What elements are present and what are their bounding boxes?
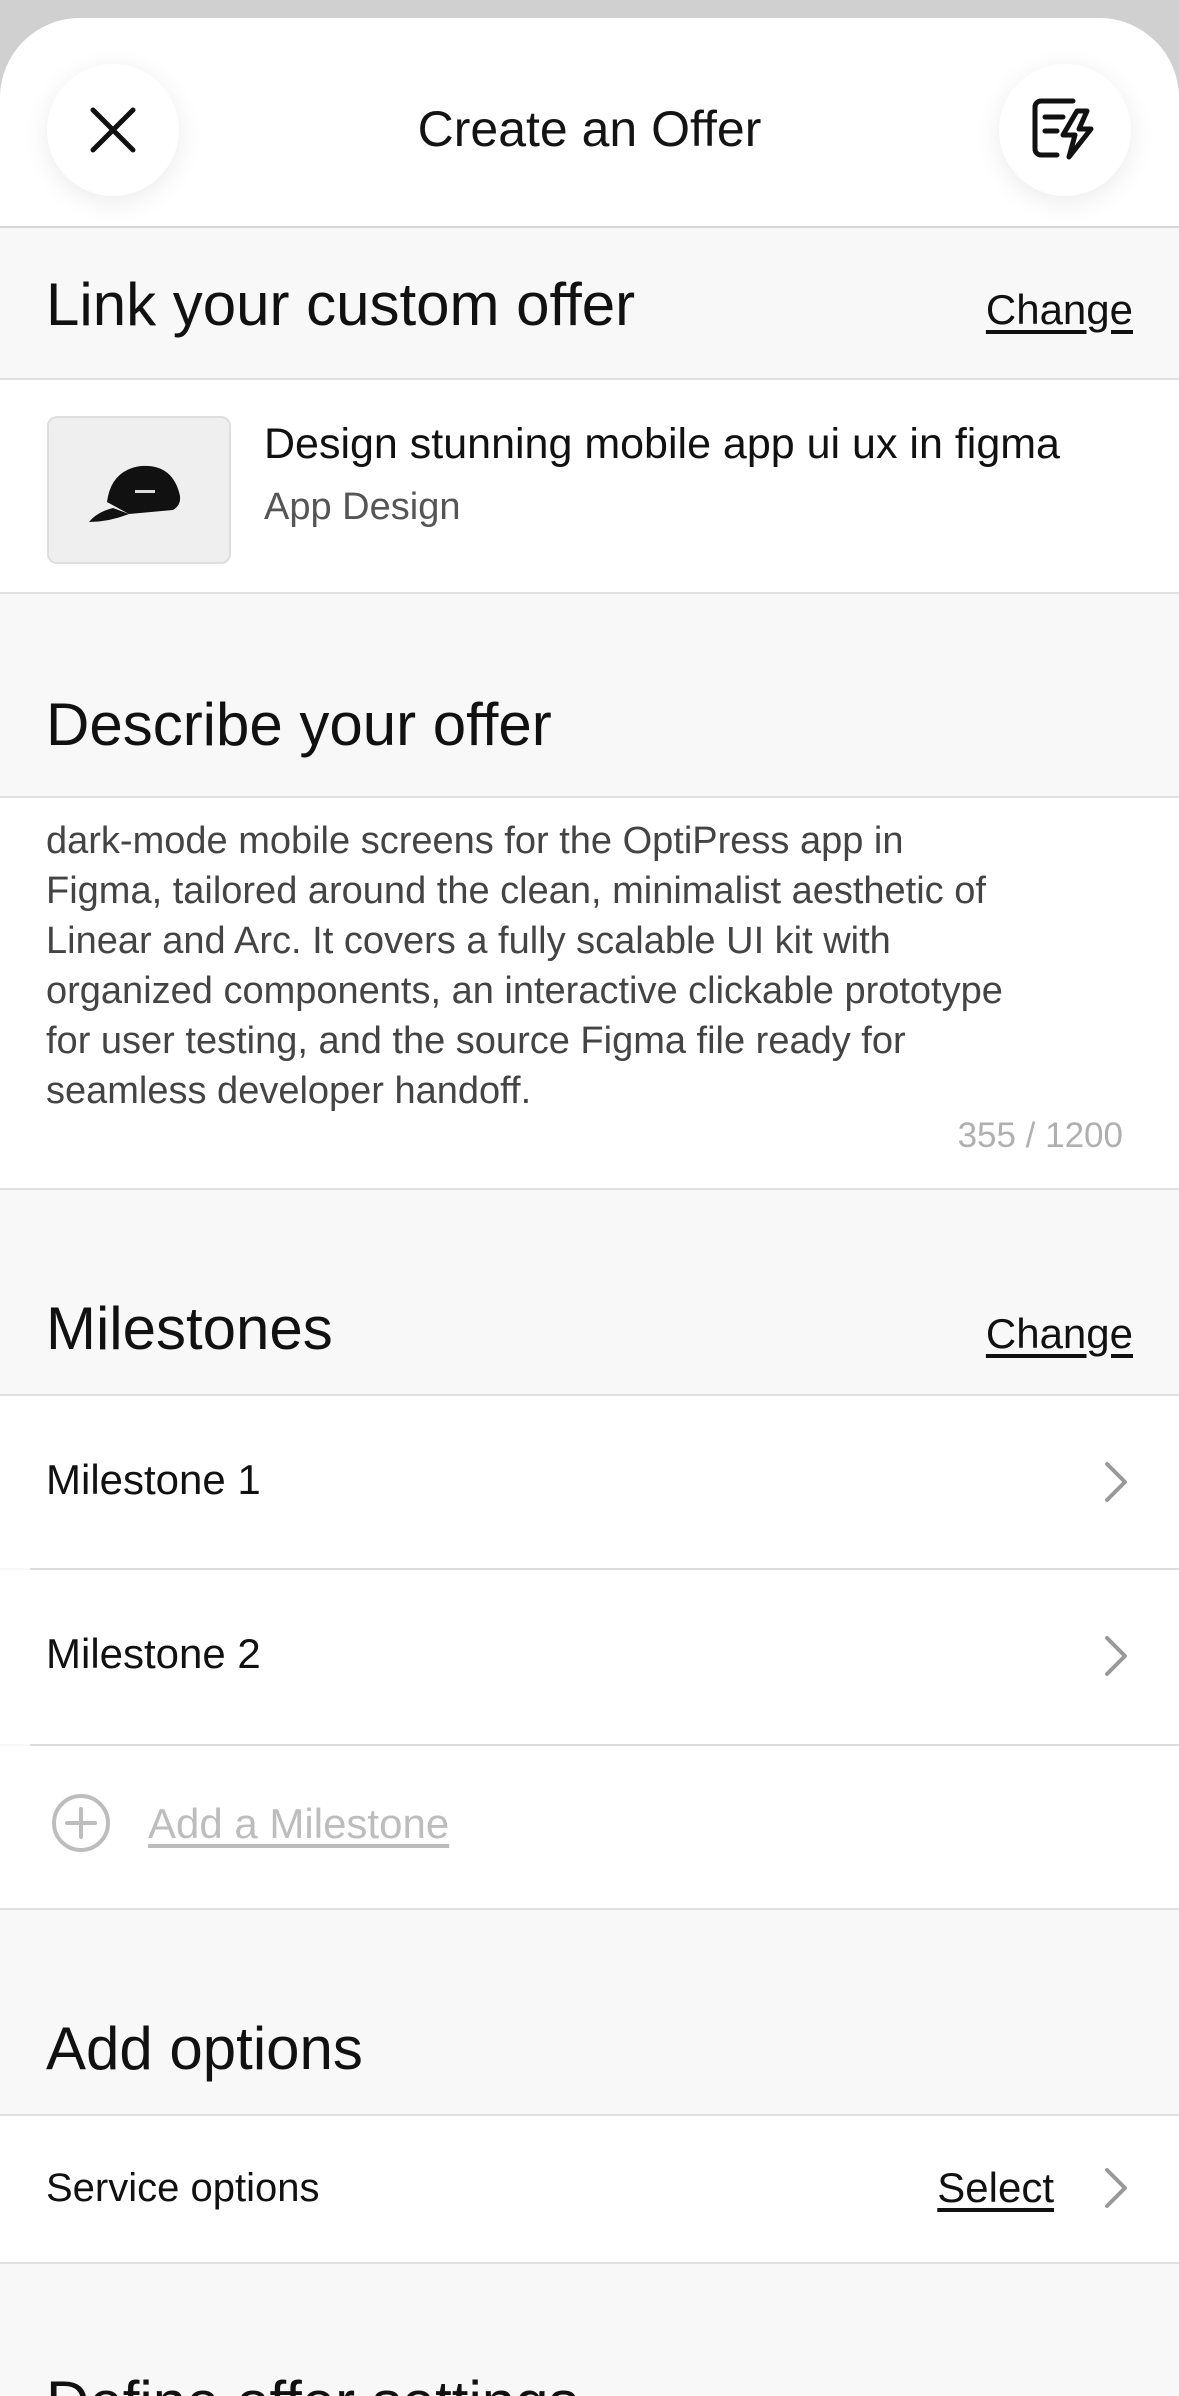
section-title-link-offer: Link your custom offer bbox=[46, 271, 636, 338]
description-textarea[interactable]: dark-mode mobile screens for the OptiPre… bbox=[0, 798, 1179, 1190]
description-line: seamless developer handoff. bbox=[46, 1070, 532, 1112]
create-offer-sheet: Create an Offer Link your custom offer C… bbox=[0, 18, 1179, 2396]
chevron-right-icon bbox=[1105, 1636, 1127, 1676]
quick-offer-button[interactable] bbox=[999, 64, 1131, 196]
description-text: dark-mode mobile screens for the OptiPre… bbox=[46, 816, 1146, 1116]
section-title-describe: Describe your offer bbox=[46, 691, 552, 758]
milestones-section-header: Milestones Change bbox=[0, 1190, 1179, 1396]
plus-circle-icon bbox=[52, 1794, 110, 1852]
select-service-options-link[interactable]: Select bbox=[937, 2164, 1054, 2212]
header: Create an Offer bbox=[0, 18, 1179, 228]
quick-offer-icon bbox=[1032, 98, 1094, 160]
linked-offer-title: Design stunning mobile app ui ux in figm… bbox=[264, 420, 1060, 468]
description-line: Figma, tailored around the clean, minima… bbox=[46, 870, 986, 912]
section-title-options: Add options bbox=[46, 2015, 363, 2082]
chevron-right-icon bbox=[1105, 1462, 1127, 1502]
milestone-row-2[interactable]: Milestone 2 bbox=[0, 1570, 1179, 1744]
settings-section-header: Define offer settings bbox=[0, 2264, 1179, 2396]
description-line: for user testing, and the source Figma f… bbox=[46, 1020, 906, 1062]
service-options-label: Service options bbox=[46, 2166, 320, 2210]
description-line: dark-mode mobile screens for the OptiPre… bbox=[46, 820, 904, 862]
offer-thumbnail bbox=[47, 416, 231, 564]
change-offer-link[interactable]: Change bbox=[986, 286, 1133, 334]
change-milestones-link[interactable]: Change bbox=[986, 1310, 1133, 1358]
linked-offer-category: App Design bbox=[264, 486, 461, 528]
describe-section-header: Describe your offer bbox=[0, 594, 1179, 798]
section-title-milestones: Milestones bbox=[46, 1295, 333, 1362]
description-line: Linear and Arc. It covers a fully scalab… bbox=[46, 920, 891, 962]
linked-offer-card[interactable]: Design stunning mobile app ui ux in figm… bbox=[0, 380, 1179, 594]
milestone-row-1[interactable]: Milestone 1 bbox=[0, 1396, 1179, 1568]
chevron-right-icon bbox=[1105, 2168, 1127, 2208]
character-counter: 355 / 1200 bbox=[957, 1116, 1123, 1155]
options-section-header: Add options bbox=[0, 1910, 1179, 2116]
cap-image-icon bbox=[89, 465, 181, 522]
link-offer-section-header: Link your custom offer Change bbox=[0, 228, 1179, 380]
add-milestone-link[interactable]: Add a Milestone bbox=[148, 1800, 449, 1848]
milestone-label: Milestone 1 bbox=[46, 1456, 261, 1503]
section-title-settings: Define offer settings bbox=[46, 2368, 579, 2396]
add-milestone-row[interactable]: Add a Milestone bbox=[0, 1746, 1179, 1910]
service-options-row[interactable]: Service options Select bbox=[0, 2116, 1179, 2264]
description-line: organized components, an interactive cli… bbox=[46, 970, 1003, 1012]
milestone-label: Milestone 2 bbox=[46, 1630, 261, 1677]
